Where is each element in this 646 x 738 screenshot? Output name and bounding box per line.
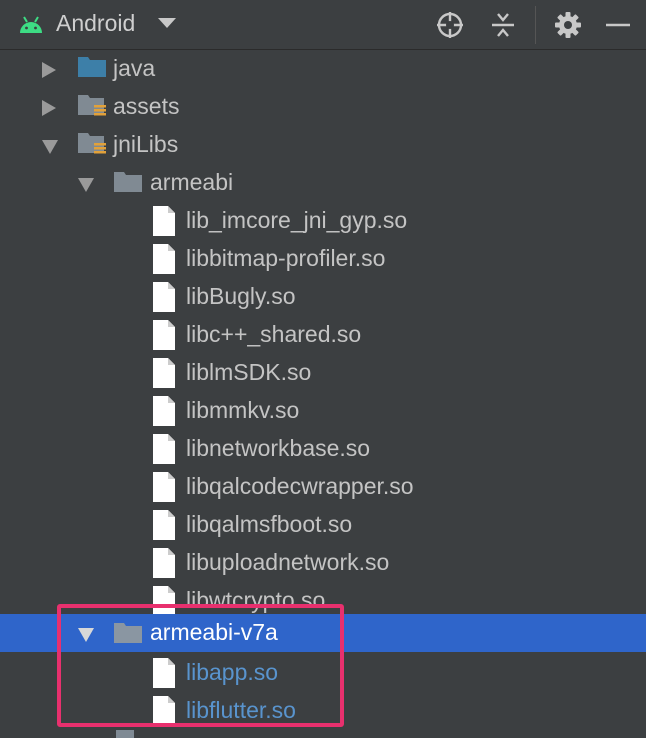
tree-item-label: assets — [113, 93, 180, 119]
tree-item-file[interactable]: libbitmap-profiler.so — [0, 240, 646, 278]
project-tree: java assets jniLibs armeabi lib_imcore_j… — [0, 50, 646, 738]
tree-item-file[interactable]: libnetworkbase.so — [0, 430, 646, 468]
android-logo-icon — [20, 16, 42, 33]
tree-item-label: libbitmap-profiler.so — [186, 245, 386, 271]
folder-icon — [114, 172, 142, 192]
toolbar-separator — [535, 6, 536, 44]
tree-item-armeabi[interactable]: armeabi — [0, 164, 646, 202]
tree-item-label: jniLibs — [113, 131, 179, 157]
tree-item-file[interactable]: libqalcodecwrapper.so — [0, 468, 646, 506]
source-folder-icon — [78, 57, 106, 77]
file-icon — [153, 696, 175, 726]
file-icon — [153, 658, 175, 688]
tree-item-label: java — [113, 55, 156, 81]
expand-arrow-icon[interactable] — [42, 62, 56, 78]
file-icon — [153, 434, 175, 464]
file-icon — [153, 206, 175, 236]
expand-arrow-icon[interactable] — [42, 100, 56, 116]
file-icon — [153, 358, 175, 388]
file-icon — [153, 548, 175, 578]
collapse-all-icon[interactable] — [488, 10, 518, 40]
tree-item-label: lib_imcore_jni_gyp.so — [186, 207, 408, 233]
tree-item-file[interactable]: liblmSDK.so — [0, 354, 646, 392]
tree-item-file[interactable]: libuploadnetwork.so — [0, 544, 646, 582]
tree-item-label: libapp.so — [186, 659, 279, 685]
file-icon — [153, 510, 175, 540]
tree-item-file[interactable]: libapp.so — [0, 654, 646, 692]
resource-folder-icon — [78, 95, 106, 116]
tree-item-label: libmmkv.so — [186, 397, 300, 423]
file-icon — [153, 282, 175, 312]
tree-item-armeabi-v7a[interactable]: armeabi-v7a — [0, 614, 646, 652]
collapse-arrow-icon[interactable] — [78, 628, 94, 642]
partial-folder-icon — [116, 730, 134, 738]
dropdown-caret-icon[interactable] — [158, 18, 176, 28]
tree-item-file[interactable]: libmmkv.so — [0, 392, 646, 430]
tree-item-label: libqalcodecwrapper.so — [186, 473, 414, 499]
tree-item-label: liblmSDK.so — [186, 359, 312, 385]
file-icon — [153, 244, 175, 274]
locate-icon[interactable] — [435, 10, 465, 40]
file-icon — [153, 320, 175, 350]
tree-item-label: libBugly.so — [186, 283, 296, 309]
folder-icon — [114, 623, 142, 643]
file-icon — [153, 396, 175, 426]
minimize-icon[interactable] — [603, 10, 633, 40]
tree-item-file[interactable]: libc++_shared.so — [0, 316, 646, 354]
tree-item-assets[interactable]: assets — [0, 88, 646, 126]
collapse-arrow-icon[interactable] — [42, 140, 58, 154]
resource-folder-icon — [78, 133, 106, 154]
tree-item-java[interactable]: java — [0, 50, 646, 88]
tree-item-label: armeabi-v7a — [150, 619, 278, 645]
collapse-arrow-icon[interactable] — [78, 178, 94, 192]
project-toolbar: Android — [0, 0, 646, 50]
file-icon — [153, 472, 175, 502]
project-view-selector[interactable]: Android — [56, 10, 135, 37]
tree-item-file[interactable]: libqalmsfboot.so — [0, 506, 646, 544]
gear-icon[interactable] — [553, 10, 583, 40]
file-icon — [153, 586, 175, 616]
tree-item-jnilibs[interactable]: jniLibs — [0, 126, 646, 164]
tree-item-file[interactable]: libflutter.so — [0, 692, 646, 730]
tree-item-label: libwtcrypto.so — [186, 587, 326, 613]
tree-item-label: libnetworkbase.so — [186, 435, 371, 461]
tree-item-label: libflutter.so — [186, 697, 296, 723]
tree-item-label: libc++_shared.so — [186, 321, 362, 347]
tree-item-label: libuploadnetwork.so — [186, 549, 390, 575]
tree-item-file[interactable]: lib_imcore_jni_gyp.so — [0, 202, 646, 240]
tree-item-label: libqalmsfboot.so — [186, 511, 353, 537]
tree-item-label: armeabi — [150, 169, 234, 195]
tree-item-file[interactable]: libBugly.so — [0, 278, 646, 316]
